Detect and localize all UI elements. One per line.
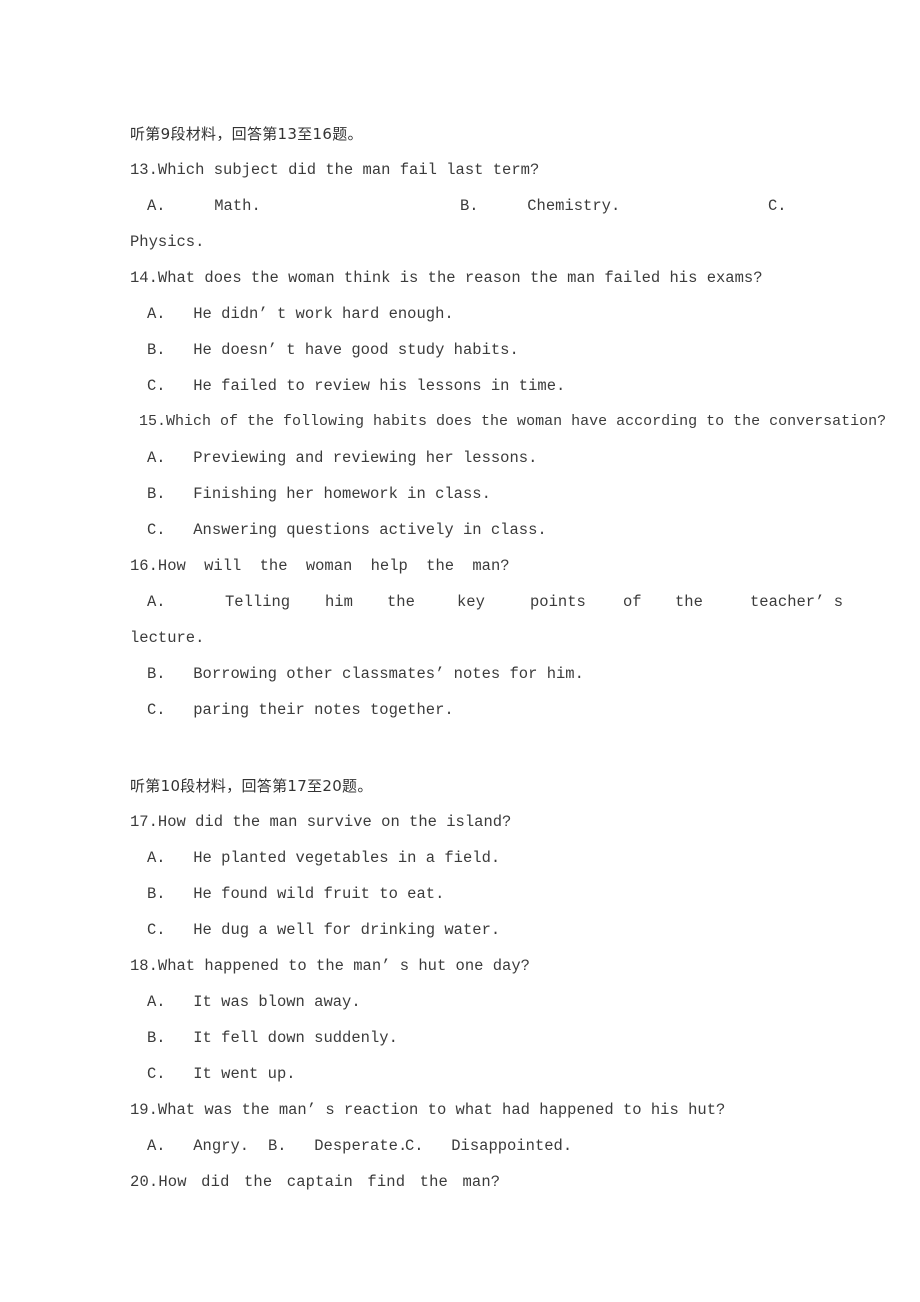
option-15-b-text: Finishing her homework in class. [193, 485, 491, 503]
section-heading-10: 听第10段材料，回答第17至20题。 [130, 777, 373, 795]
option-14-c-text: He failed to review his lessons in time. [193, 377, 566, 395]
option-16-b[interactable]: B. Borrowing other classmates’ notes for… [130, 656, 790, 692]
option-16-a-word-7: the [675, 593, 703, 611]
option-14-b[interactable]: B. He doesn’ t have good study habits. [130, 332, 790, 368]
option-19-c-text: Disappointed. [451, 1137, 573, 1155]
option-16-c-text: paring their notes together. [193, 701, 454, 719]
question-18-stem: 18.What happened to the man’ s hut one d… [130, 957, 530, 975]
option-15-c-text: Answering questions actively in class. [193, 521, 547, 539]
option-13-c-label: C. [768, 197, 787, 215]
option-17-a[interactable]: A. He planted vegetables in a field. [130, 840, 790, 876]
option-18-a-label: A. [147, 993, 166, 1011]
option-15-b[interactable]: B. Finishing her homework in class. [130, 476, 790, 512]
option-18-b[interactable]: B. It fell down suddenly. [130, 1020, 790, 1056]
question-19-options-row: A. Angry. B. Desperate. C. Disappointed. [130, 1128, 790, 1164]
option-15-c-label: C. [147, 521, 166, 539]
option-17-a-text: He planted vegetables in a field. [193, 849, 501, 867]
question-13-option-c-overflow: Physics. [130, 233, 205, 251]
question-14-stem: 14.What does the woman think is the reas… [130, 269, 763, 287]
option-13-b[interactable]: B. Chemistry. [460, 188, 620, 224]
option-15-a[interactable]: A. Previewing and reviewing her lessons. [130, 440, 790, 476]
option-18-b-label: B. [147, 1029, 166, 1047]
option-19-a-text: Angry. [193, 1137, 250, 1155]
option-16-c[interactable]: C. paring their notes together. [130, 692, 790, 728]
option-18-a[interactable]: A. It was blown away. [130, 984, 790, 1020]
option-14-c-label: C. [147, 377, 166, 395]
question-13-stem: 13.Which subject did the man fail last t… [130, 161, 540, 179]
question-20-stem: 20.How did the captain find the man? [130, 1173, 501, 1191]
option-16-a-word-8: teacher’ s [750, 593, 844, 611]
option-17-b-text: He found wild fruit to eat. [193, 885, 445, 903]
option-19-b[interactable]: B. Desperate. [268, 1128, 407, 1164]
option-14-a[interactable]: A. He didn’ t work hard enough. [130, 296, 790, 332]
option-13-a-text: Math. [214, 197, 261, 215]
option-18-b-text: It fell down suddenly. [193, 1029, 398, 1047]
option-13-b-label: B. [460, 197, 479, 215]
option-17-c-label: C. [147, 921, 166, 939]
option-13-b-text: Chemistry. [527, 197, 621, 215]
option-16-a-word-3: the [387, 593, 415, 611]
option-15-b-label: B. [147, 485, 166, 503]
option-16-c-label: C. [147, 701, 166, 719]
question-16-stem: 16.How will the woman help the man? [130, 557, 510, 575]
document-page: 听第9段材料，回答第13至16题。 13.Which subject did t… [0, 0, 920, 1302]
option-13-a-label: A. [147, 197, 166, 215]
option-14-b-label: B. [147, 341, 166, 359]
page-content: 听第9段材料，回答第13至16题。 13.Which subject did t… [130, 116, 887, 1200]
option-18-c[interactable]: C. It went up. [130, 1056, 790, 1092]
question-19-stem: 19.What was the man’ s reaction to what … [130, 1101, 726, 1119]
option-14-c[interactable]: C. He failed to review his lessons in ti… [130, 368, 790, 404]
option-13-c[interactable]: C. [768, 188, 787, 224]
option-15-c[interactable]: C. Answering questions actively in class… [130, 512, 790, 548]
option-19-a-label: A. [147, 1137, 166, 1155]
option-16-b-text: Borrowing other classmates’ notes for hi… [193, 665, 584, 683]
option-14-b-text: He doesn’ t have good study habits. [193, 341, 519, 359]
option-16-b-label: B. [147, 665, 166, 683]
option-17-c-text: He dug a well for drinking water. [193, 921, 501, 939]
option-16-a-word-5: points [530, 593, 586, 611]
option-19-c-label: C. [405, 1137, 424, 1155]
question-17-stem: 17.How did the man survive on the island… [130, 813, 512, 831]
option-16-a-word-6: of [623, 593, 642, 611]
option-19-b-label: B. [268, 1137, 287, 1155]
option-19-b-text: Desperate. [314, 1137, 408, 1155]
option-18-c-text: It went up. [193, 1065, 296, 1083]
option-14-a-text: He didn’ t work hard enough. [193, 305, 454, 323]
option-17-b[interactable]: B. He found wild fruit to eat. [130, 876, 790, 912]
option-15-a-label: A. [147, 449, 166, 467]
option-19-c[interactable]: C. Disappointed. [405, 1128, 572, 1164]
option-16-a-word-1: Telling [225, 593, 291, 611]
option-18-c-label: C. [147, 1065, 166, 1083]
option-17-b-label: B. [147, 885, 166, 903]
option-16-a-word-4: key [457, 593, 485, 611]
option-16-a-label: A. [147, 593, 166, 611]
question-13-options-row: A. Math. B. Chemistry. C. [130, 188, 790, 224]
option-16-a-word-2: him [325, 593, 353, 611]
option-18-a-text: It was blown away. [193, 993, 361, 1011]
section-heading-9: 听第9段材料，回答第13至16题。 [130, 125, 363, 143]
option-14-a-label: A. [147, 305, 166, 323]
option-19-a[interactable]: A. Angry. [147, 1128, 249, 1164]
option-16-a-overflow: lecture. [130, 629, 205, 647]
question-15-stem: 15.Which of the following habits does th… [139, 413, 887, 430]
option-13-a[interactable]: A. Math. [147, 188, 261, 224]
option-17-a-label: A. [147, 849, 166, 867]
option-15-a-text: Previewing and reviewing her lessons. [193, 449, 538, 467]
option-17-c[interactable]: C. He dug a well for drinking water. [130, 912, 790, 948]
option-16-a[interactable]: A. Telling him the key points of the tea… [130, 584, 843, 620]
